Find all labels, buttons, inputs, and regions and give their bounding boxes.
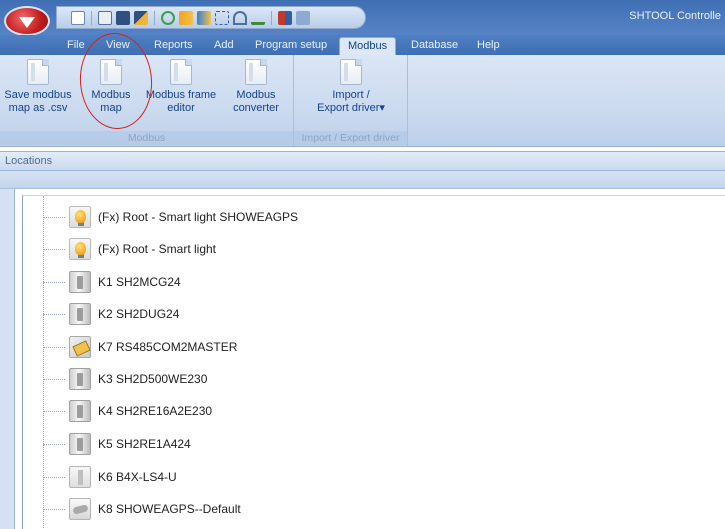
module-icon bbox=[69, 303, 91, 325]
edit-icon[interactable] bbox=[134, 10, 148, 25]
tree-item-label: K4 SH2RE16A2E230 bbox=[98, 404, 213, 418]
module-icon bbox=[69, 433, 91, 455]
locations-header: Locations bbox=[0, 151, 725, 171]
import-export-driver-button[interactable]: Import / Export driver▾ bbox=[308, 59, 394, 115]
antenna-icon[interactable] bbox=[233, 10, 247, 25]
app-logo-icon[interactable] bbox=[4, 6, 50, 36]
left-panel-strip bbox=[0, 189, 15, 529]
export-icon[interactable] bbox=[197, 10, 211, 25]
bulb-icon bbox=[69, 206, 91, 228]
quick-access-toolbar bbox=[56, 6, 366, 29]
tree-item-label: K2 SH2DUG24 bbox=[98, 307, 180, 321]
button-label: editor bbox=[167, 102, 195, 114]
ribbon-group-import-export: Import / Export driver▾ Import / Export … bbox=[294, 55, 408, 146]
locations-toolbar bbox=[0, 171, 725, 189]
module-icon bbox=[69, 400, 91, 422]
tree-connector-line bbox=[43, 444, 65, 445]
bulb-icon bbox=[69, 238, 91, 260]
tree-connector-line bbox=[43, 477, 65, 478]
import-icon[interactable] bbox=[179, 10, 193, 25]
document-icon bbox=[170, 59, 192, 85]
tab-add[interactable]: Add bbox=[206, 37, 242, 55]
button-label: Export driver▾ bbox=[317, 102, 385, 114]
tree-item-label: K1 SH2MCG24 bbox=[98, 275, 181, 289]
refresh-icon[interactable] bbox=[161, 10, 175, 25]
save-icon[interactable] bbox=[116, 10, 130, 25]
button-label: converter bbox=[233, 102, 279, 114]
ribbon-group-label: Modbus bbox=[0, 131, 293, 145]
module-icon bbox=[69, 368, 91, 390]
document-icon bbox=[340, 59, 362, 85]
button-label: Save modbus bbox=[4, 89, 72, 101]
new-file-icon[interactable] bbox=[71, 10, 85, 25]
com-module-icon bbox=[69, 336, 91, 358]
tree-connector-line bbox=[43, 314, 65, 315]
module-icon bbox=[69, 271, 91, 293]
tree-item-label: (Fx) Root - Smart light SHOWEAGPS bbox=[98, 210, 299, 224]
tab-reports[interactable]: Reports bbox=[146, 37, 201, 55]
tree-connector-line bbox=[43, 379, 65, 380]
qat-separator bbox=[154, 10, 155, 25]
sensor-icon bbox=[69, 466, 91, 488]
locations-tree[interactable]: (Fx) Root - Smart light SHOWEAGPS (Fx) R… bbox=[22, 195, 725, 529]
tree-connector-line bbox=[43, 282, 65, 283]
list-icon[interactable] bbox=[296, 10, 310, 25]
tree-item-label: K8 SHOWEAGPS--Default bbox=[98, 502, 241, 516]
qat-separator bbox=[91, 10, 92, 25]
tab-program-setup[interactable]: Program setup bbox=[247, 37, 335, 55]
window-title: SHTOOL Controlle bbox=[629, 10, 721, 22]
tree-item-label: K6 B4X-LS4-U bbox=[98, 470, 177, 484]
button-label: Import / bbox=[332, 89, 370, 101]
hierarchy-icon[interactable] bbox=[251, 11, 265, 25]
tab-database[interactable]: Database bbox=[403, 37, 466, 55]
modbus-converter-button[interactable]: Modbus converter bbox=[220, 59, 292, 115]
button-label: Modbus frame bbox=[145, 89, 217, 101]
open-file-icon[interactable] bbox=[98, 10, 112, 25]
modbus-frame-editor-button[interactable]: Modbus frame editor bbox=[142, 59, 220, 115]
document-icon bbox=[27, 59, 49, 85]
save-modbus-map-csv-button[interactable]: Save modbus map as .csv bbox=[2, 59, 74, 115]
tree-connector-line bbox=[43, 196, 44, 529]
title-bar: SHTOOL Controlle bbox=[0, 0, 725, 36]
button-label: map as .csv bbox=[8, 102, 68, 114]
tree-connector-line bbox=[43, 217, 65, 218]
network-icon[interactable] bbox=[215, 10, 229, 25]
tree-item-label: K5 SH2RE1A424 bbox=[98, 437, 191, 451]
tree-connector-line bbox=[43, 411, 65, 412]
camera-sensor-icon bbox=[69, 498, 91, 520]
tree-item-label: K7 RS485COM2MASTER bbox=[98, 340, 238, 354]
tab-modbus[interactable]: Modbus bbox=[339, 37, 397, 55]
button-label: Modbus bbox=[236, 89, 276, 101]
tree-connector-line bbox=[43, 249, 65, 250]
tree-connector-line bbox=[43, 347, 65, 348]
tree-connector-line bbox=[43, 509, 65, 510]
module-icon[interactable] bbox=[278, 10, 292, 25]
tree-item-label: (Fx) Root - Smart light bbox=[98, 242, 217, 256]
qat-separator bbox=[271, 10, 272, 25]
tab-help[interactable]: Help bbox=[469, 37, 508, 55]
tree-item-label: K3 SH2D500WE230 bbox=[98, 372, 208, 386]
ribbon-group-label: Import / Export driver bbox=[294, 131, 407, 145]
document-icon bbox=[245, 59, 267, 85]
